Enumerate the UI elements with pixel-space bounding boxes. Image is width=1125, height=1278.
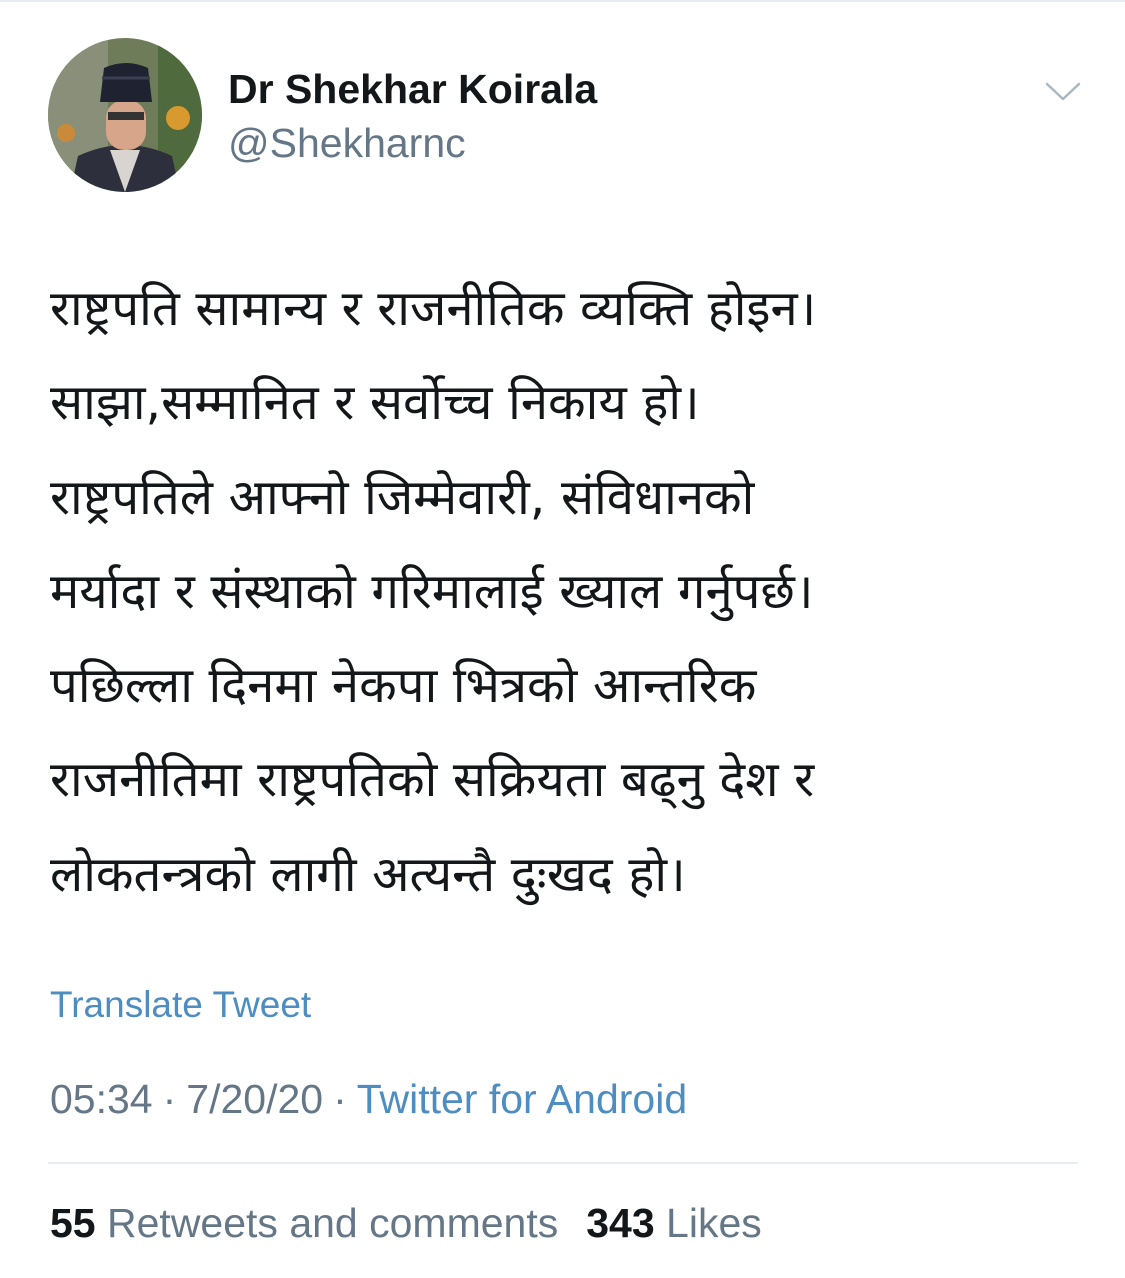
- tweet-line: साझा,सम्मानित र सर्वोच्च निकाय हो।: [50, 374, 700, 432]
- avatar[interactable]: [48, 38, 202, 192]
- likes-count: 343: [586, 1200, 655, 1246]
- tweet-time: 05:34: [50, 1076, 153, 1122]
- retweets-count: 55: [50, 1200, 96, 1246]
- tweet-stats: 55 Retweets and comments 343 Likes: [50, 1198, 762, 1248]
- meta-separator: ·: [162, 1076, 177, 1122]
- tweet-date: 7/20/20: [186, 1076, 324, 1122]
- tweet-source-link[interactable]: Twitter for Android: [357, 1076, 687, 1122]
- likes-stat[interactable]: 343 Likes: [586, 1200, 762, 1246]
- stats-divider: [48, 1162, 1078, 1164]
- tweet-line: मर्यादा र संस्थाको गरिमालाई ख्याल गर्नुप…: [50, 562, 814, 620]
- retweets-stat[interactable]: 55 Retweets and comments: [50, 1200, 558, 1246]
- tweet-metadata: 05:34 · 7/20/20 · Twitter for Android: [50, 1074, 687, 1124]
- retweets-label: Retweets and comments: [107, 1200, 559, 1246]
- tweet-text: राष्ट्रपति सामान्य र राजनीतिक व्यक्ति हो…: [50, 262, 1080, 922]
- tweet-line: राजनीतिमा राष्ट्रपतिको सक्रियता बढ्नु दे…: [50, 751, 815, 809]
- meta-separator: ·: [333, 1076, 347, 1122]
- display-name[interactable]: Dr Shekhar Koirala: [228, 64, 597, 114]
- tweet-line: पछिल्ला दिनमा नेकपा भित्रको आन्तरिक: [50, 657, 757, 715]
- top-divider: [0, 0, 1125, 2]
- tweet-line: राष्ट्रपतिले आफ्नो जिम्मेवारी, संविधानको: [50, 468, 755, 526]
- chevron-down-icon: [1045, 82, 1081, 101]
- tweet-line: लोकतन्त्रको लागी अत्यन्तै दुःखद हो।: [50, 845, 686, 903]
- translate-tweet-link[interactable]: Translate Tweet: [50, 982, 311, 1028]
- profile-photo: [48, 38, 202, 192]
- tweet-line: राष्ट्रपति सामान्य र राजनीतिक व्यक्ति हो…: [50, 280, 817, 337]
- user-handle[interactable]: @Shekharnc: [228, 118, 466, 168]
- more-options-button[interactable]: [1040, 72, 1086, 112]
- likes-label: Likes: [666, 1200, 762, 1246]
